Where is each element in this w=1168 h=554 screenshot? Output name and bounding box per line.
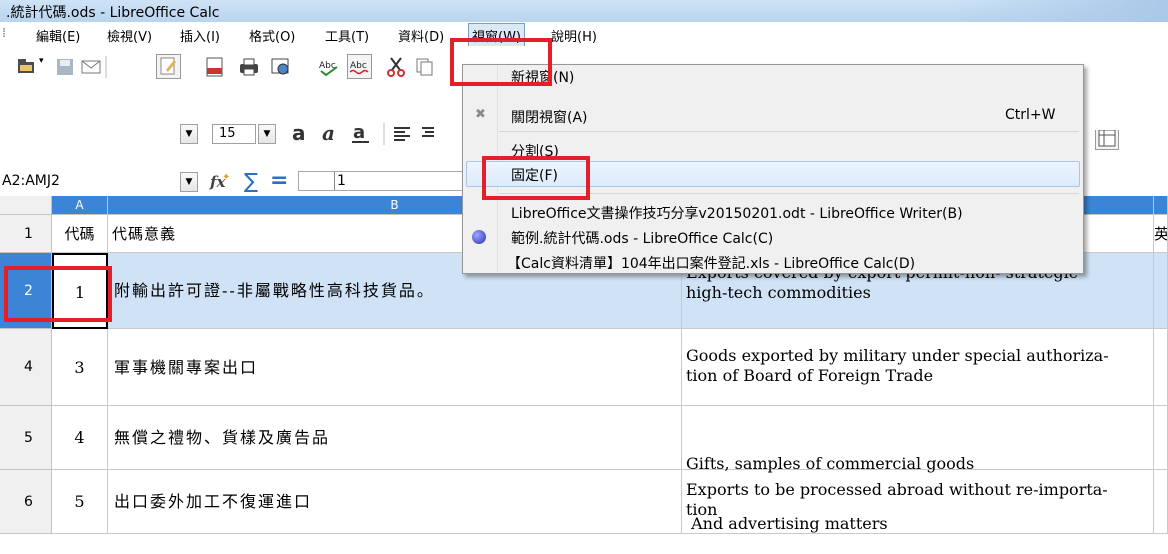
- menu-bar: ⁞ 編輯(E) 檢視(V) 插入(I) 格式(O) 工具(T) 資料(D) 視窗…: [0, 22, 1168, 48]
- cell-d2[interactable]: [1154, 253, 1168, 329]
- highlight-window-menu: [450, 38, 552, 86]
- menu-separator: [499, 131, 1079, 132]
- row-header[interactable]: 5: [0, 406, 52, 470]
- menu-view[interactable]: 檢視(V): [107, 26, 152, 45]
- cell-c4-line1: Goods exported by military under special…: [686, 346, 1109, 365]
- cell-c6-line1: Exports to be processed abroad without r…: [686, 480, 1108, 499]
- font-size-box[interactable]: 15: [212, 124, 256, 144]
- align-left-icon[interactable]: [392, 123, 414, 145]
- cell-c5[interactable]: Gifts, samples of commercial goods And a…: [682, 406, 1154, 533]
- italic-icon[interactable]: a: [320, 121, 342, 145]
- column-header-d[interactable]: [1154, 196, 1168, 214]
- name-box-dropdown-icon[interactable]: ▼: [180, 172, 198, 192]
- column-header-a[interactable]: A: [52, 196, 108, 214]
- email-icon[interactable]: [80, 56, 102, 78]
- toolbar-separator: [105, 56, 107, 78]
- row-header[interactable]: 6: [0, 470, 52, 534]
- cell-d1[interactable]: 英: [1154, 215, 1168, 253]
- cell-b6[interactable]: 出口委外加工不復運進口: [108, 470, 682, 534]
- font-size-dropdown-icon[interactable]: ▼: [258, 124, 276, 144]
- function-equals-icon[interactable]: =: [270, 168, 292, 193]
- export-pdf-icon[interactable]: [204, 56, 226, 78]
- cell-d4[interactable]: [1154, 329, 1168, 406]
- title-bar: .統計代碼.ods - LibreOffice Calc: [0, 0, 1168, 22]
- menu-gripper: ⁞: [2, 26, 7, 41]
- save-icon[interactable]: [54, 56, 76, 78]
- print-preview-icon[interactable]: [270, 56, 292, 78]
- highlight-freeze-item: [482, 156, 590, 200]
- cell-a4[interactable]: 3: [52, 329, 108, 406]
- menu-item-close-window[interactable]: 關閉視窗(A): [511, 107, 588, 127]
- svg-text:✦: ✦: [222, 172, 230, 183]
- cell-c6[interactable]: Exports to be processed abroad without r…: [682, 470, 1154, 534]
- menu-insert[interactable]: 插入(I): [180, 26, 220, 45]
- title-bar-glow: [948, 0, 1168, 22]
- formula-input[interactable]: 1: [298, 171, 464, 191]
- svg-text:a: a: [322, 123, 335, 145]
- menu-item-xls-document[interactable]: 【Calc資料清單】104年出口案件登記.xls - LibreOffice C…: [507, 253, 915, 273]
- svg-text:a: a: [353, 123, 365, 143]
- cell-b5[interactable]: 無償之禮物、貨樣及廣告品: [108, 406, 682, 470]
- cell-c4-line2: tion of Board of Foreign Trade: [686, 366, 934, 385]
- active-document-radio-icon: [472, 230, 486, 244]
- cell-d6[interactable]: [1154, 470, 1168, 534]
- copy-icon[interactable]: [414, 56, 436, 78]
- menu-edit[interactable]: 編輯(E): [36, 26, 80, 45]
- name-box[interactable]: A2:AMJ2: [0, 170, 178, 192]
- font-name-dropdown-icon[interactable]: ▼: [180, 124, 198, 144]
- highlight-row-2: [4, 266, 112, 322]
- align-center-icon[interactable]: [420, 123, 434, 145]
- bold-icon[interactable]: a: [290, 121, 312, 145]
- font-name-box[interactable]: [4, 120, 176, 142]
- edit-mode-icon[interactable]: [156, 54, 181, 79]
- menu-item-writer-document[interactable]: LibreOffice文書操作技巧分享v20150201.odt - Libre…: [511, 203, 963, 223]
- cell-a5[interactable]: 4: [52, 406, 108, 470]
- cell-d5[interactable]: [1154, 406, 1168, 470]
- toolbar-separator: [383, 123, 385, 145]
- cell-a1[interactable]: 代碼: [52, 215, 108, 253]
- new-document-icon[interactable]: [16, 56, 38, 78]
- cut-icon[interactable]: [385, 56, 407, 78]
- cell-c2-line2: high-tech commodities: [686, 283, 871, 302]
- menu-format[interactable]: 格式(O): [249, 26, 295, 45]
- function-wizard-icon[interactable]: fx ✦: [208, 171, 230, 193]
- cell-c6-line2: tion: [686, 500, 718, 519]
- text-cursor: [334, 172, 335, 190]
- cell-b4[interactable]: 軍事機關專案出口: [108, 329, 682, 406]
- select-all-corner[interactable]: [0, 196, 52, 214]
- menu-data[interactable]: 資料(D): [398, 26, 444, 45]
- row-header[interactable]: 4: [0, 329, 52, 406]
- menu-item-calc-document[interactable]: 範例.統計代碼.ods - LibreOffice Calc(C): [511, 228, 773, 248]
- close-icon: ✖: [475, 107, 486, 122]
- new-dropdown-arrow-icon[interactable]: ▾: [39, 56, 49, 78]
- svg-text:a: a: [292, 123, 306, 145]
- menu-help[interactable]: 說明(H): [551, 26, 597, 45]
- menu-tools[interactable]: 工具(T): [325, 26, 369, 45]
- sum-icon[interactable]: ∑: [244, 169, 266, 193]
- print-icon[interactable]: [238, 56, 260, 78]
- cell-a6[interactable]: 5: [52, 470, 108, 534]
- underline-icon[interactable]: a: [350, 122, 372, 145]
- close-window-shortcut: Ctrl+W: [1005, 107, 1056, 123]
- window-title: .統計代碼.ods - LibreOffice Calc: [6, 5, 220, 21]
- cell-c4[interactable]: Goods exported by military under special…: [682, 329, 1154, 406]
- svg-text:Abc: Abc: [350, 61, 367, 71]
- row-header[interactable]: 1: [0, 215, 52, 253]
- spellcheck-icon[interactable]: Abc: [318, 56, 340, 78]
- autospellcheck-icon[interactable]: Abc: [347, 54, 372, 79]
